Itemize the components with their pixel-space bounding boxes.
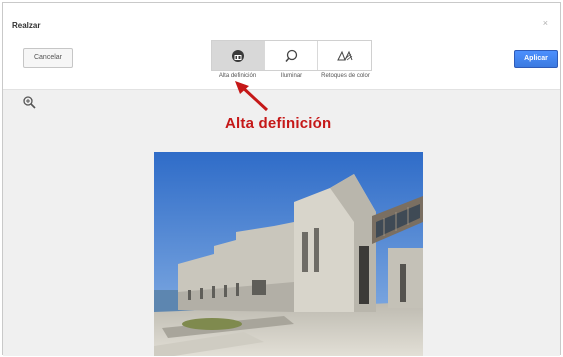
illuminate-icon [284,49,298,63]
tool-label-color: Retoques de color [321,73,370,79]
annotation-label: Alta definición [225,115,332,132]
enhance-dialog: Realzar × Cancelar Alta definición Ilumi… [2,2,561,356]
zoom-in-icon[interactable] [23,96,36,114]
dialog-title: Realzar [12,21,41,30]
dialog-header: Realzar × Cancelar Alta definición Ilumi… [3,3,560,89]
edited-photo [154,152,423,356]
color-retouch-icon [336,50,354,62]
hd-enhance-icon [231,49,245,63]
tool-selector [211,40,372,71]
tool-illuminate-button[interactable] [265,41,318,70]
close-icon[interactable]: × [543,18,548,28]
annotation-arrow [229,80,275,119]
tool-color-button[interactable] [318,41,371,70]
image-workarea: Alta definición [3,81,560,356]
tool-hd-button[interactable] [212,41,265,70]
cancel-button[interactable]: Cancelar [23,48,73,68]
apply-button[interactable]: Aplicar [514,50,558,68]
tool-label-hd: Alta definición [218,73,257,79]
tool-label-illuminate: Iluminar [280,73,303,79]
